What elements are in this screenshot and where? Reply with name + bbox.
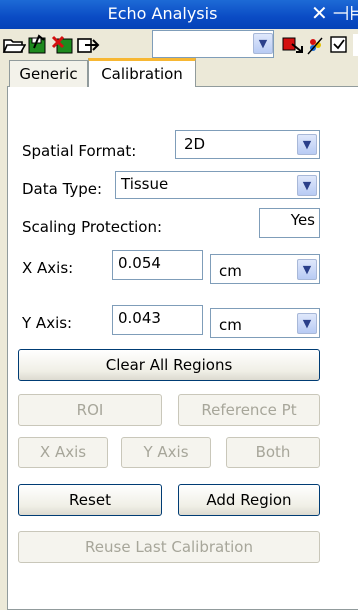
x-axis-unit-select[interactable]: cm ▼ xyxy=(210,254,320,284)
y-axis-value-field[interactable]: 0.043 xyxy=(112,305,203,335)
close-icon[interactable]: ✕ xyxy=(311,2,331,24)
chevron-down-icon[interactable]: ▼ xyxy=(297,175,317,196)
y-axis-value: 0.043 xyxy=(118,309,161,327)
spatial-format-label: Spatial Format: xyxy=(22,142,137,160)
tab-calibration-label: Calibration xyxy=(101,65,183,83)
tab-generic-label: Generic xyxy=(19,65,78,83)
tab-generic[interactable]: Generic xyxy=(9,60,88,87)
add-region-button[interactable]: Add Region xyxy=(178,484,320,516)
x-axis-value: 0.054 xyxy=(118,254,161,272)
y-axis-button[interactable]: Y Axis xyxy=(121,437,211,468)
open-folder-icon[interactable] xyxy=(2,34,27,56)
reset-button[interactable]: Reset xyxy=(18,484,162,516)
scaling-protection-field[interactable]: Yes xyxy=(259,208,320,238)
data-type-label: Data Type: xyxy=(22,180,103,198)
x-axis-value-field[interactable]: 0.054 xyxy=(112,250,203,280)
checkbox-icon[interactable] xyxy=(328,34,350,56)
x-axis-label: X Axis: xyxy=(22,259,74,277)
color-palette-icon[interactable] xyxy=(304,34,326,56)
data-type-value: Tissue xyxy=(121,175,169,193)
chevron-down-icon[interactable]: ▼ xyxy=(253,33,273,54)
toolbar-overflow[interactable] xyxy=(353,34,358,56)
scaling-protection-label: Scaling Protection: xyxy=(22,218,163,236)
chevron-down-icon[interactable]: ▼ xyxy=(297,259,317,280)
scaling-protection-value: Yes xyxy=(290,211,315,229)
pin-icon[interactable]: ⊣⊨ xyxy=(332,2,358,24)
export-icon[interactable] xyxy=(76,34,100,56)
chevron-down-icon[interactable]: ▼ xyxy=(297,134,317,155)
y-axis-unit-value: cm xyxy=(219,316,242,334)
window-title: Echo Analysis xyxy=(107,4,218,23)
chevron-down-icon[interactable]: ▼ xyxy=(297,313,317,334)
red-arrow-icon[interactable] xyxy=(280,34,303,56)
spatial-format-select[interactable]: 2D ▼ xyxy=(175,130,320,159)
y-axis-label: Y Axis: xyxy=(22,314,73,332)
clear-all-regions-button[interactable]: Clear All Regions xyxy=(18,349,320,381)
roi-button[interactable]: ROI xyxy=(18,394,162,426)
data-type-select[interactable]: Tissue ▼ xyxy=(115,171,320,199)
save-disk-icon[interactable] xyxy=(26,34,48,56)
x-axis-button[interactable]: X Axis xyxy=(18,437,108,468)
x-axis-unit-value: cm xyxy=(219,262,242,280)
delete-disk-icon[interactable] xyxy=(51,34,73,56)
both-button[interactable]: Both xyxy=(226,437,320,468)
spatial-format-value: 2D xyxy=(184,135,206,153)
y-axis-unit-select[interactable]: cm ▼ xyxy=(210,308,320,338)
tab-calibration[interactable]: Calibration xyxy=(88,58,196,87)
reuse-last-calibration-button[interactable]: Reuse Last Calibration xyxy=(18,531,320,563)
toolbar-combo[interactable]: ▼ xyxy=(152,30,274,58)
reference-pt-button[interactable]: Reference Pt xyxy=(178,394,320,426)
